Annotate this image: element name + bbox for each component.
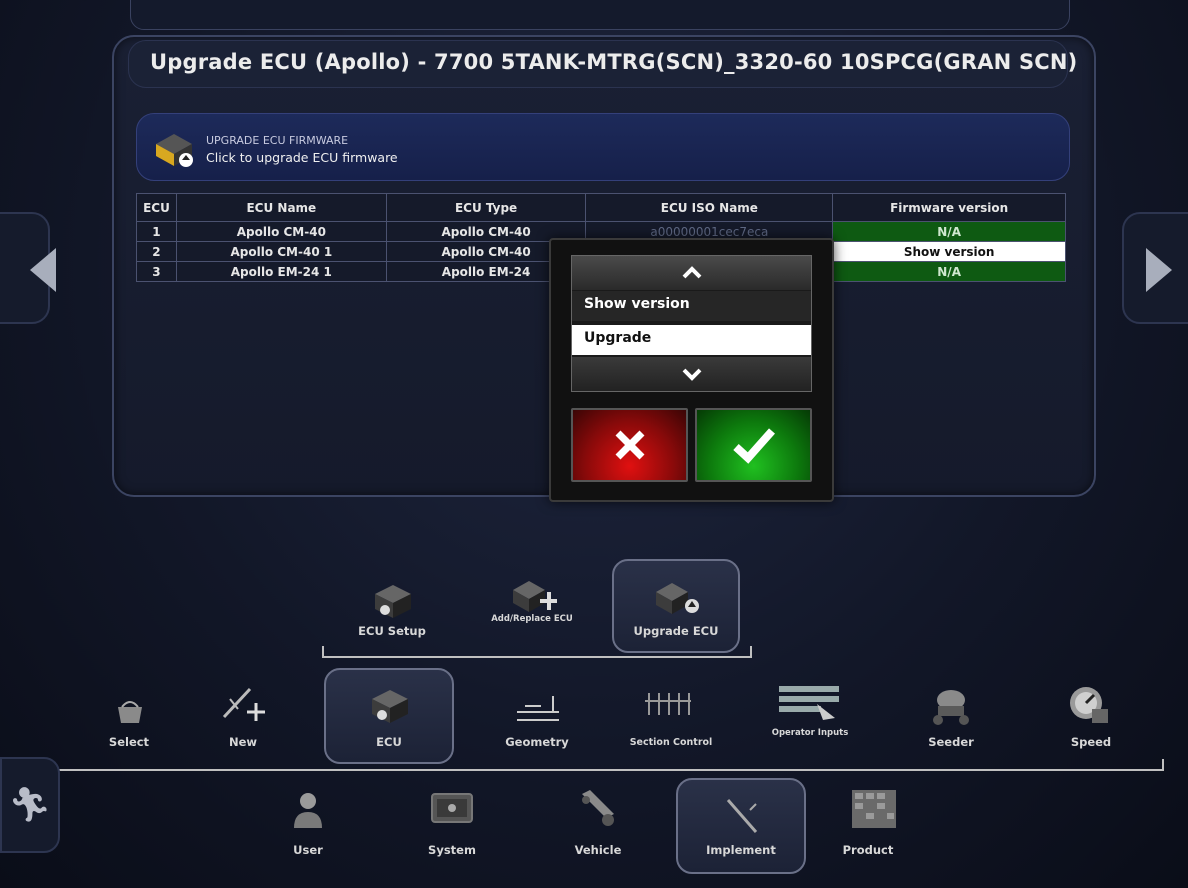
submenu-bracket	[322, 656, 752, 658]
ecu-setup-icon	[368, 580, 418, 624]
implement-icon	[718, 794, 766, 838]
firmware-header-title: UPGRADE ECU FIRMWARE	[206, 134, 349, 147]
product-icon	[848, 786, 900, 832]
firmware-header-subtitle: Click to upgrade ECU firmware	[206, 150, 398, 165]
section-control-icon	[640, 686, 696, 722]
menu-item-operator-inputs[interactable]: Operator Inputs	[760, 728, 860, 738]
menu-item-section-control[interactable]: Section Control	[604, 737, 738, 748]
submenu-bracket-left	[322, 646, 324, 658]
user-icon	[286, 788, 330, 832]
ecu-name: Apollo CM-40 1	[175, 241, 387, 262]
scroll-down-button[interactable]	[572, 357, 811, 391]
column-header: ECU ISO Name	[585, 193, 834, 222]
arrow-right-icon	[1146, 248, 1172, 292]
seeder-icon	[926, 684, 976, 728]
menu-item-vehicle[interactable]: Vehicle	[548, 843, 648, 857]
run-screen-button[interactable]: 🏃︎	[0, 757, 60, 853]
menu-item-add-replace-ecu[interactable]: Add/Replace ECU	[480, 614, 584, 624]
table-header-row: ECU ECU Name ECU Type ECU ISO Name Firmw…	[136, 193, 1066, 222]
vehicle-icon	[574, 786, 624, 830]
firmware-version-cell[interactable]: N/A	[832, 221, 1066, 242]
column-header: ECU Type	[385, 193, 587, 222]
menu-item-geometry[interactable]: Geometry	[482, 735, 592, 749]
menu-item-upgrade-ecu[interactable]: Upgrade ECU	[614, 624, 738, 638]
ecu-number: 1	[136, 221, 177, 242]
new-implement-icon	[218, 680, 268, 726]
menu-item-ecu[interactable]: ECU	[334, 735, 444, 749]
ecu-name: Apollo EM-24 1	[175, 261, 387, 282]
top-strip	[130, 0, 1070, 30]
scroll-up-button[interactable]	[572, 256, 811, 290]
implement-bracket-right	[1162, 759, 1164, 771]
ecu-number: 2	[136, 241, 177, 262]
confirm-button[interactable]	[695, 408, 812, 482]
menu-item-product[interactable]: Product	[818, 843, 918, 857]
firmware-version-cell[interactable]: Show version	[832, 241, 1066, 262]
menu-item-new[interactable]: New	[188, 735, 298, 749]
menu-item-speed[interactable]: Speed	[1036, 735, 1146, 749]
running-man-icon: 🏃︎	[8, 785, 52, 825]
menu-item-implement[interactable]: Implement	[680, 843, 802, 857]
ecu-icon	[366, 686, 414, 728]
menu-item-system[interactable]: System	[402, 843, 502, 857]
basket-icon	[112, 692, 148, 728]
option-show-version[interactable]: Show version	[572, 291, 811, 321]
ecu-upgrade-icon	[150, 130, 198, 170]
menu-item-seeder[interactable]: Seeder	[896, 735, 1006, 749]
arrow-left-icon	[30, 248, 56, 292]
firmware-version-cell[interactable]: N/A	[832, 261, 1066, 282]
geometry-icon	[512, 690, 564, 726]
column-header: ECU Name	[175, 193, 387, 222]
upgrade-firmware-button[interactable]	[136, 113, 1070, 181]
submenu-bracket-right	[750, 646, 752, 658]
upgrade-ecu-icon	[650, 576, 702, 620]
system-icon	[428, 786, 476, 830]
chevron-up-icon	[682, 266, 701, 279]
add-replace-ecu-icon	[508, 574, 558, 618]
menu-item-user[interactable]: User	[258, 843, 358, 857]
menu-item-select[interactable]: Select	[74, 735, 184, 749]
operator-inputs-icon	[776, 680, 842, 724]
chevron-down-icon	[682, 368, 701, 381]
page-title: Upgrade ECU (Apollo) - 7700 5TANK-MTRG(S…	[150, 50, 1078, 74]
ecu-name: Apollo CM-40	[175, 221, 387, 242]
implement-menu-bracket	[38, 769, 1164, 771]
column-header: Firmware version	[832, 193, 1066, 222]
checkmark-icon	[732, 428, 775, 464]
column-header: ECU	[136, 193, 177, 222]
option-upgrade[interactable]: Upgrade	[572, 325, 811, 355]
menu-item-ecu-setup[interactable]: ECU Setup	[340, 624, 444, 638]
close-icon	[615, 430, 644, 460]
cancel-button[interactable]	[571, 408, 688, 482]
speed-icon	[1064, 682, 1114, 728]
ecu-number: 3	[136, 261, 177, 282]
